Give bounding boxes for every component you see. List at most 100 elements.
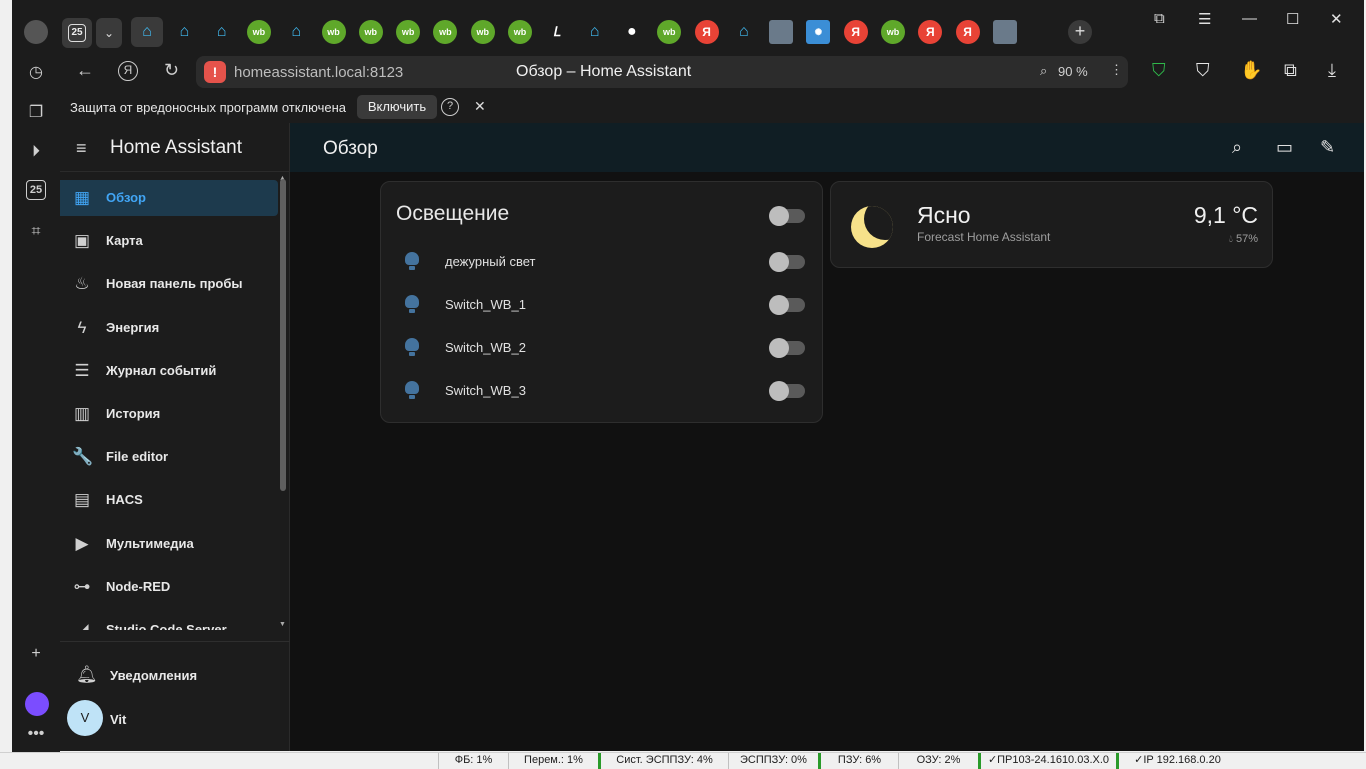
wb-icon[interactable]: wb [433,20,458,44]
enable-protection-button[interactable]: Включить [357,95,437,119]
insecure-warning-icon[interactable]: ! [204,61,226,83]
notifications-item[interactable]: 🔔︎ Уведомления [60,657,290,693]
wb-icon[interactable]: wb [881,20,905,44]
light-toggle[interactable] [769,252,805,272]
moon-icon [851,206,893,248]
sidebar-item[interactable]: ▤ HACS [60,482,278,518]
wb-panel-icon: ♨ [74,274,90,294]
wb-icon[interactable]: wb [358,20,383,44]
bell-icon: 🔔︎ [76,665,98,684]
light-toggle[interactable] [769,381,805,401]
add-panel-icon[interactable]: + [24,642,48,666]
zoom-menu-icon[interactable]: ⋮ [1110,62,1123,78]
yandex-logo-icon[interactable]: Я [118,61,138,81]
house-picture-icon[interactable] [769,20,794,44]
sidebar-item[interactable]: ϟ Энергия [60,310,278,346]
zoom-level[interactable]: 90 % [1058,64,1088,79]
home-assistant-icon[interactable]: ⌂ [284,20,308,44]
chart-box-icon: ▥ [73,404,91,423]
wrench-icon: 🔧 [72,447,94,467]
lightbulb-icon[interactable] [405,381,419,399]
media-play-icon[interactable]: ⏵ [24,140,48,164]
edit-pencil-icon[interactable]: ✎ [1320,137,1335,158]
more-options-icon[interactable]: ••• [24,722,48,746]
lightbulb-icon[interactable] [405,295,419,313]
home-assistant-icon[interactable]: ⌂ [172,20,196,44]
yandex-icon[interactable]: Я [694,20,719,44]
light-toggle[interactable] [769,295,805,315]
shield-extension-icon[interactable]: ⛉ [1152,60,1166,81]
yandex-menu-icon[interactable] [24,20,48,44]
avatar[interactable]: V [67,700,103,736]
wb-icon[interactable]: wb [246,20,271,44]
zoom-control[interactable]: ⌕ 90 % ⋮ [1030,56,1128,88]
wb-icon[interactable]: wb [321,20,346,44]
new-tab-button[interactable]: + [1068,20,1092,44]
browser-menu-icon[interactable]: ☰ [1198,10,1211,28]
light-toggle[interactable] [769,338,805,358]
home-assistant-icon[interactable]: ⌂ [131,17,163,47]
sidebar-item[interactable]: ▣ Карта [60,223,278,259]
alice-assistant-icon[interactable] [25,692,49,716]
light-entity-name[interactable]: Switch_WB_1 [445,297,526,312]
sidebar-scroll-down-icon[interactable]: ▼ [279,621,286,628]
lighting-master-toggle[interactable] [769,206,805,226]
screenshot-icon[interactable]: ⌗ [24,220,48,244]
yandex-icon[interactable]: Я [843,20,868,44]
collections-icon[interactable]: ❐ [24,100,48,124]
light-entity-name[interactable]: Switch_WB_2 [445,340,526,355]
downloads-icon[interactable]: ⤓ [1328,60,1336,81]
weather-card[interactable]: Ясно Forecast Home Assistant 9,1 °C 💧︎ 5… [830,181,1273,268]
sidebar-item[interactable]: ▦ Обзор [60,180,278,216]
tab-counter[interactable]: 25 [62,18,92,48]
url-bar[interactable]: ! homeassistant.local:8123 Обзор – Home … [196,56,1080,88]
sidebar-item-label: Новая панель пробы [106,276,243,292]
github-icon[interactable]: ● [620,20,644,44]
sidebar-item[interactable]: ☰ Журнал событий [60,353,278,389]
home-assistant-icon[interactable]: ⌂ [210,20,234,44]
lightbulb-icon[interactable] [405,338,419,356]
home-assistant-icon[interactable]: ⌂ [732,20,756,44]
wb-icon[interactable]: wb [470,20,495,44]
help-icon[interactable]: ? [441,98,459,116]
tabs-dropdown-button[interactable]: ⌄ [96,18,122,48]
yandex-icon[interactable]: Я [955,20,980,44]
url-text[interactable]: homeassistant.local:8123 [234,64,403,81]
sidebar-item-label: История [106,406,161,421]
assist-chat-icon[interactable]: ▭ [1276,137,1293,158]
sidebar-item[interactable]: ▥ История [60,396,278,432]
wb-icon[interactable]: wb [396,20,421,44]
sidebar-item[interactable]: ♨ Новая панель пробы [60,266,278,302]
lightbulb-icon[interactable] [405,252,419,270]
yandex-icon[interactable]: Я [918,20,943,44]
sidebar-item[interactable]: ⊶ Node-RED [60,569,278,605]
typography-icon[interactable]: 𝐿 [545,20,569,44]
snowflake-icon[interactable]: ✺ [806,20,831,44]
collections-icon[interactable]: ⧉ [1154,10,1165,27]
sidebar-item[interactable]: ▶ Мультимедиа [60,526,278,562]
back-arrow-icon[interactable]: ← [76,60,94,81]
minimize-icon[interactable]: — [1242,10,1257,27]
sidebar-item[interactable]: ◢ Studio Code Server [60,612,278,630]
search-icon[interactable]: ⌕ [1232,137,1242,158]
light-entity-name[interactable]: дежурный свет [445,254,536,269]
adguard-extension-icon[interactable]: ⛉ [1196,60,1210,81]
light-entity-name[interactable]: Switch_WB_3 [445,383,526,398]
wb-icon[interactable]: wb [508,20,532,44]
sidebar-item[interactable]: 🔧 File editor [60,439,278,475]
status-cell: ПЗУ: 6% [818,753,898,769]
reload-icon[interactable]: ↻ [164,60,179,81]
close-window-icon[interactable]: ✕ [1330,10,1343,28]
home-assistant-icon[interactable]: ⌂ [583,20,607,44]
tab-count-icon[interactable]: 25 [26,180,46,200]
extensions-icon[interactable]: ⧉ [1284,60,1297,81]
menu-open-icon[interactable]: ≡ [76,138,87,159]
user-name[interactable]: Vit [110,712,126,727]
history-icon[interactable]: ◷ [24,60,48,84]
close-icon[interactable]: ✕ [474,98,486,115]
stop-hand-extension-icon[interactable]: ✋ [1240,60,1262,81]
avatar-picture-icon[interactable] [992,20,1017,44]
wb-icon[interactable]: wb [657,20,682,44]
maximize-icon[interactable]: ☐ [1286,10,1299,28]
sidebar-scrollbar[interactable] [280,179,286,491]
